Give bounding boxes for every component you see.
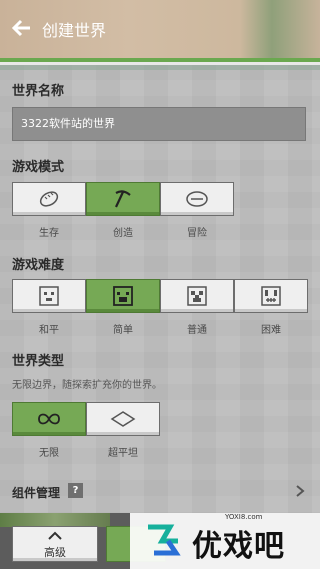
- skeleton-face-icon: [261, 286, 281, 306]
- chevron-up-icon: [48, 531, 62, 540]
- mode-survival-caption: 生存: [39, 228, 59, 239]
- world-infinite-button[interactable]: [12, 402, 86, 436]
- mode-creative-button[interactable]: [86, 182, 160, 216]
- chevron-right-icon[interactable]: [294, 484, 306, 498]
- difficulty-hard-button[interactable]: [234, 279, 308, 313]
- difficulty-label: 游戏难度: [12, 258, 65, 273]
- creeper-face-icon: [187, 286, 207, 306]
- pickaxe-icon: [115, 190, 131, 208]
- advanced-label: 高级: [44, 546, 66, 559]
- difficulty-hard-caption: 困难: [261, 325, 281, 336]
- difficulty-easy-button[interactable]: [86, 279, 160, 313]
- watermark-url: YOXI8.com: [225, 513, 263, 521]
- peaceful-face-icon: [39, 286, 59, 306]
- difficulty-easy-caption: 简单: [113, 325, 133, 336]
- help-icon[interactable]: ?: [68, 483, 83, 498]
- world-type-description: 无限边界，随探索扩充你的世界。: [12, 380, 162, 391]
- world-name-input[interactable]: 3322软件站的世界: [12, 107, 306, 141]
- flat-diamond-icon: [110, 411, 136, 427]
- back-arrow-icon[interactable]: [10, 16, 34, 40]
- difficulty-peaceful-button[interactable]: [12, 279, 86, 313]
- watermark: YOXI8.com 优戏吧: [130, 513, 320, 569]
- world-type-label: 世界类型: [12, 354, 65, 369]
- header-bar: 创建世界: [0, 0, 320, 58]
- difficulty-peaceful-caption: 和平: [39, 325, 59, 336]
- mode-adventure-button[interactable]: [160, 182, 234, 216]
- watermark-logo-icon: [148, 524, 181, 556]
- difficulty-normal-button[interactable]: [160, 279, 234, 313]
- page-title: 创建世界: [42, 21, 107, 40]
- world-flat-button[interactable]: [86, 402, 160, 436]
- watermark-text: 优戏吧: [192, 529, 285, 564]
- mode-adventure-caption: 冒险: [187, 228, 207, 239]
- game-mode-label: 游戏模式: [12, 160, 65, 175]
- infinity-icon: [38, 413, 60, 425]
- advanced-button[interactable]: 高级: [12, 526, 98, 562]
- header-shadow: [0, 65, 320, 70]
- mode-creative-caption: 创造: [113, 228, 133, 239]
- difficulty-normal-caption: 普通: [187, 325, 207, 336]
- compass-icon: [186, 191, 208, 207]
- mode-survival-button[interactable]: [12, 182, 86, 216]
- world-flat-caption: 超平坦: [108, 448, 138, 459]
- component-management-label[interactable]: 组件管理: [12, 484, 60, 501]
- world-infinite-caption: 无限: [39, 448, 59, 459]
- world-name-label: 世界名称: [12, 84, 65, 99]
- bread-icon: [39, 191, 59, 207]
- grass-strip: [0, 513, 110, 527]
- pig-face-icon: [113, 286, 133, 306]
